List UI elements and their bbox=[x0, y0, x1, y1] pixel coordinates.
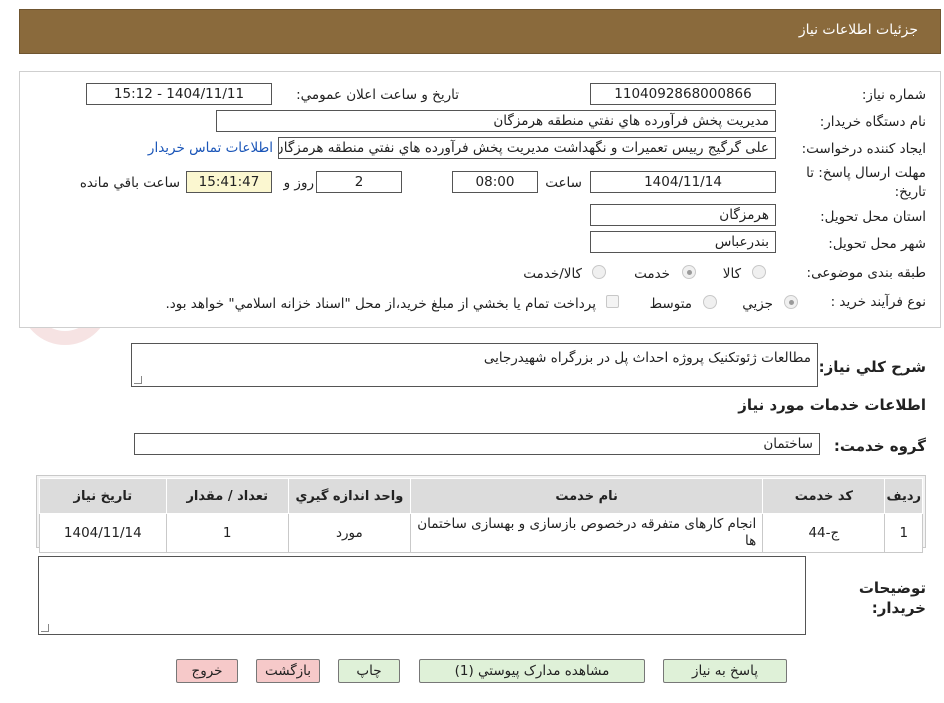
services-table-frame: رديف کد خدمت نام خدمت واحد اندازه گيري ت… bbox=[36, 475, 926, 553]
deadline-date-field: 1404/11/14 bbox=[590, 171, 776, 193]
process-minor-label: جزيي bbox=[742, 296, 773, 312]
remaining-label: ساعت باقي مانده bbox=[79, 175, 180, 191]
page-header: جزئیات اطلاعات نیاز bbox=[19, 9, 941, 54]
process-label: نوع فرآيند خريد : bbox=[830, 294, 926, 310]
col-unit: واحد اندازه گيري bbox=[287, 478, 412, 514]
need-number-label: شماره نیاز: bbox=[861, 87, 926, 103]
table-row: 1 ج-44 انجام کارهای متفرقه درخصوص بازساز… bbox=[39, 513, 923, 553]
view-attachments-button[interactable]: مشاهده مدارک پيوستي (1) bbox=[419, 659, 645, 683]
resize-handle-icon[interactable] bbox=[41, 624, 49, 632]
summary-text: مطالعات ژئوتکنیک پروژه احداث پل در بزرگر… bbox=[483, 350, 811, 366]
deadline-time-field: 08:00 bbox=[452, 171, 538, 193]
services-table: رديف کد خدمت نام خدمت واحد اندازه گيري ت… bbox=[39, 478, 923, 553]
category-label: طبقه بندی موضوعی: bbox=[806, 265, 926, 281]
city-label: شهر محل تحويل: bbox=[828, 236, 926, 252]
category-goods-label: کالا bbox=[722, 266, 741, 282]
buyer-notes-textarea[interactable] bbox=[38, 556, 806, 635]
deadline-label: مهلت ارسال پاسخ: تا تاريخ: bbox=[806, 165, 926, 200]
reply-button[interactable]: پاسخ به نياز bbox=[663, 659, 787, 683]
service-group-label: گروه خدمت: bbox=[833, 437, 926, 455]
summary-label: شرح کلي نياز: bbox=[818, 358, 926, 376]
requester-label: ايجاد کننده درخواست: bbox=[801, 141, 926, 157]
announce-label: تاریخ و ساعت اعلان عمومي: bbox=[296, 87, 459, 103]
buyer-contact-link[interactable]: اطلاعات تماس خريدار bbox=[148, 140, 273, 156]
category-service-label: خدمت bbox=[634, 266, 670, 282]
category-goods-service-label: کالا/خدمت bbox=[523, 266, 582, 282]
cell-quantity: 1 bbox=[165, 513, 289, 553]
need-number-field: 1104092868000866 bbox=[590, 83, 776, 105]
page-title: جزئیات اطلاعات نیاز bbox=[798, 22, 918, 38]
days-field: 2 bbox=[316, 171, 402, 193]
service-group-field: ساختمان bbox=[134, 433, 820, 455]
table-header-row: رديف کد خدمت نام خدمت واحد اندازه گيري ت… bbox=[39, 478, 923, 514]
province-label: استان محل تحويل: bbox=[820, 209, 926, 225]
time-label: ساعت bbox=[545, 175, 582, 191]
col-row-number: رديف bbox=[884, 478, 923, 514]
col-need-date: تاريخ نياز bbox=[39, 478, 167, 514]
treasury-payment-note: پرداخت تمام يا بخشي از مبلغ خريد،از محل … bbox=[165, 296, 596, 312]
col-service-name: نام خدمت bbox=[410, 478, 764, 514]
process-medium-radio[interactable] bbox=[703, 295, 717, 309]
cell-need-date: 1404/11/14 bbox=[39, 513, 167, 553]
province-field: هرمزگان bbox=[590, 204, 776, 226]
announce-field: 1404/11/11 - 15:12 bbox=[86, 83, 272, 105]
cell-unit: مورد bbox=[287, 513, 412, 553]
exit-button[interactable]: خروج bbox=[176, 659, 238, 683]
back-button[interactable]: بازگشت bbox=[256, 659, 320, 683]
buyer-org-field: مديريت پخش فرآورده هاي نفتي منطقه هرمزگا… bbox=[216, 110, 776, 132]
col-quantity: تعداد / مقدار bbox=[165, 478, 289, 514]
summary-textarea[interactable]: مطالعات ژئوتکنیک پروژه احداث پل در بزرگر… bbox=[131, 343, 818, 387]
cell-service-code: ج-44 bbox=[762, 513, 886, 553]
remaining-time-field: 15:41:47 bbox=[186, 171, 272, 193]
services-section-title: اطلاعات خدمات مورد نياز bbox=[738, 396, 926, 414]
category-service-radio[interactable] bbox=[682, 265, 696, 279]
treasury-payment-checkbox[interactable] bbox=[606, 295, 619, 308]
category-goods-radio[interactable] bbox=[752, 265, 766, 279]
city-field: بندرعباس bbox=[590, 231, 776, 253]
buyer-org-label: نام دستگاه خريدار: bbox=[819, 114, 926, 130]
category-goods-service-radio[interactable] bbox=[592, 265, 606, 279]
days-label: روز و bbox=[283, 175, 314, 191]
col-service-code: کد خدمت bbox=[762, 478, 886, 514]
requester-field: علی گرگیج رییس تعمیرات و نگهداشت مديريت … bbox=[278, 137, 776, 159]
cell-service-name: انجام کارهای متفرقه درخصوص بازسازی و بهس… bbox=[410, 513, 764, 553]
process-minor-radio[interactable] bbox=[784, 295, 798, 309]
resize-handle-icon[interactable] bbox=[134, 376, 142, 384]
cell-row-number: 1 bbox=[884, 513, 923, 553]
process-medium-label: متوسط bbox=[649, 296, 692, 312]
buyer-notes-label: توضيحات خريدار: bbox=[858, 579, 926, 617]
print-button[interactable]: چاپ bbox=[338, 659, 400, 683]
